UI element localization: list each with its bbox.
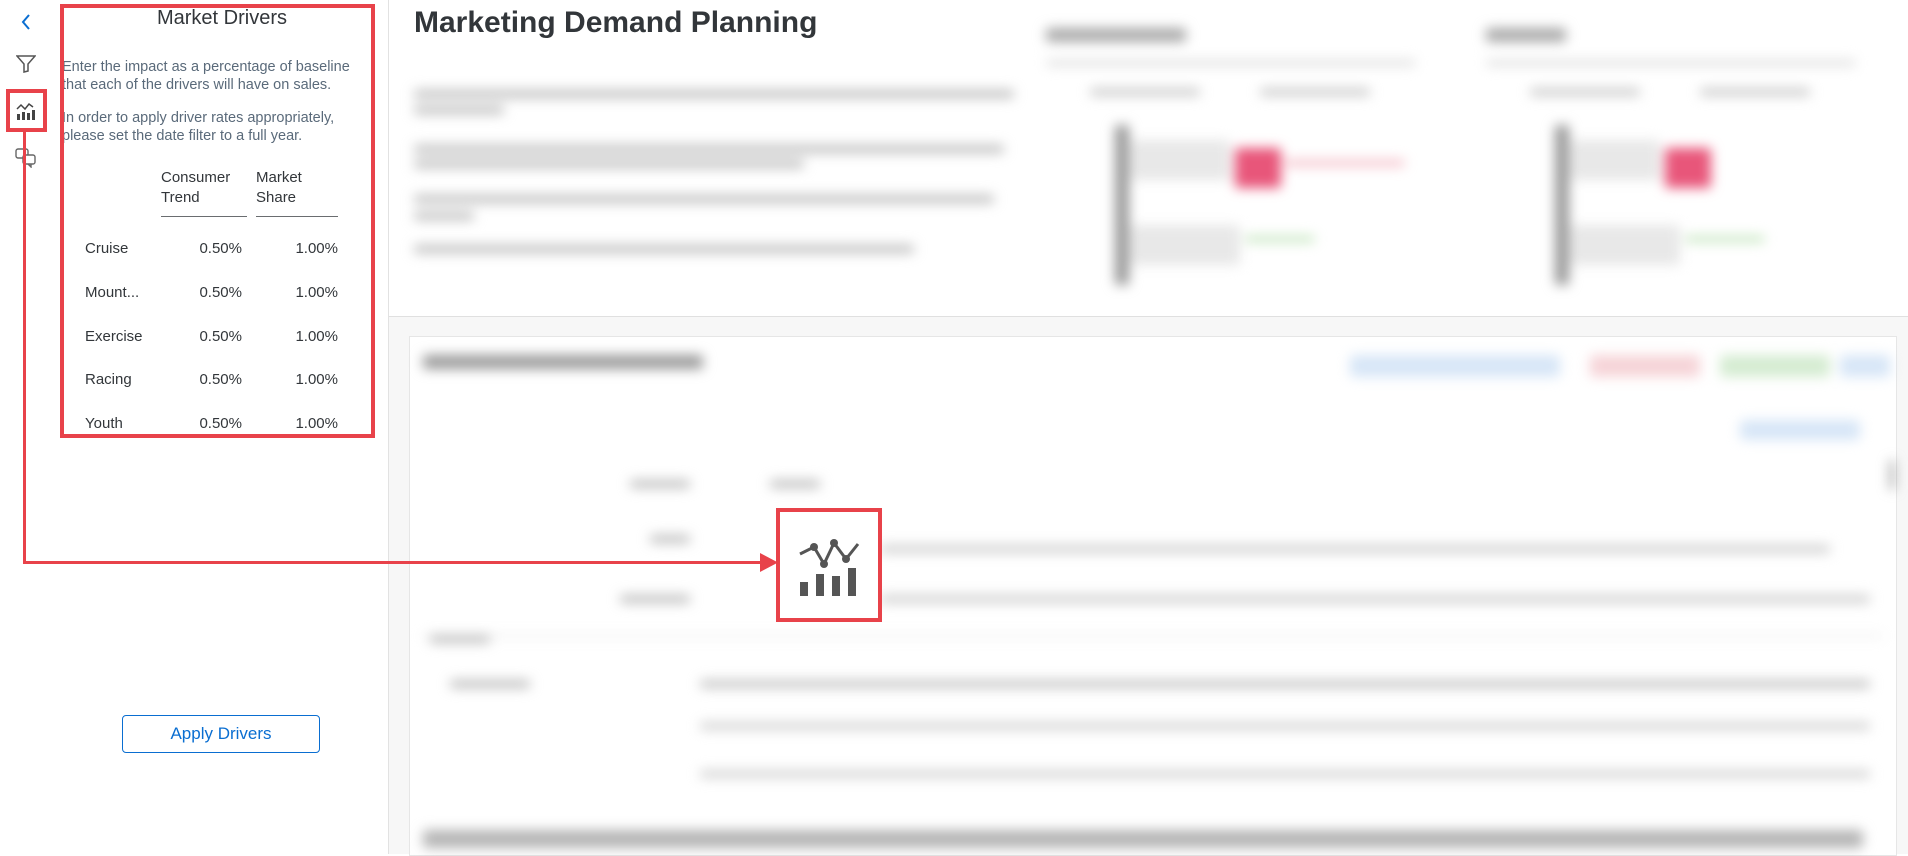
market-share-value[interactable]: 1.00% <box>250 240 338 257</box>
filter-button[interactable] <box>10 48 42 80</box>
panel-description-2: In order to apply driver rates appropria… <box>62 110 335 144</box>
driver-name: Youth <box>85 415 123 432</box>
table-row: Mount... 0.50% 1.00% <box>62 276 372 316</box>
callout-arrow-horizontal <box>23 561 763 564</box>
driver-name: Racing <box>85 371 132 388</box>
driver-name: Mount... <box>85 284 140 301</box>
consumer-trend-value[interactable]: 0.50% <box>154 371 242 388</box>
table-row: Youth 0.50% 1.00% <box>62 407 372 447</box>
driver-name: Exercise <box>85 328 143 345</box>
market-share-value[interactable]: 1.00% <box>250 371 338 388</box>
driver-name: Cruise <box>85 240 129 257</box>
line-bar-chart-icon <box>799 539 860 596</box>
page-title: Marketing Demand Planning <box>414 6 818 39</box>
consumer-trend-value[interactable]: 0.50% <box>154 284 242 301</box>
comments-button[interactable] <box>10 142 42 174</box>
table-row: Exercise 0.50% 1.00% <box>62 320 372 360</box>
column-header-market-share: Market Share <box>256 168 338 217</box>
column-header-label: Consumer Trend <box>161 169 231 206</box>
panel-title: Market Drivers <box>156 7 287 29</box>
column-header-consumer-trend: Consumer Trend <box>161 168 247 217</box>
zoomed-drivers-icon <box>776 508 882 622</box>
consumer-trend-value[interactable]: 0.50% <box>154 328 242 345</box>
consumer-trend-value[interactable]: 0.50% <box>154 240 242 257</box>
market-share-value[interactable]: 1.00% <box>250 284 338 301</box>
market-share-value[interactable]: 1.00% <box>250 328 338 345</box>
callout-arrow-vertical <box>23 132 26 564</box>
discussion-icon <box>15 148 36 168</box>
market-drivers-button[interactable] <box>10 95 42 127</box>
back-button[interactable] <box>10 6 42 38</box>
line-bar-chart-icon <box>16 102 35 120</box>
table-row: Cruise 0.50% 1.00% <box>62 232 372 272</box>
consumer-trend-value[interactable]: 0.50% <box>154 415 242 432</box>
panel-description-1: Enter the impact as a percentage of base… <box>62 59 350 93</box>
filter-icon <box>16 55 36 73</box>
table-row: Racing 0.50% 1.00% <box>62 363 372 403</box>
market-share-value[interactable]: 1.00% <box>250 415 338 432</box>
apply-drivers-button[interactable]: Apply Drivers <box>122 715 320 753</box>
chevron-left-icon <box>21 14 30 30</box>
column-header-label: Market Share <box>256 169 302 206</box>
side-rail <box>0 0 57 854</box>
